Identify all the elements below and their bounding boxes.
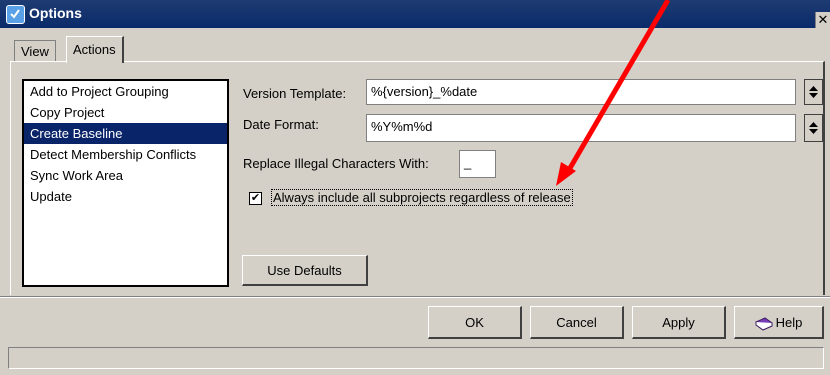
apply-button[interactable]: Apply xyxy=(632,306,726,339)
up-down-spinner-icon[interactable] xyxy=(804,79,823,105)
status-bar xyxy=(8,347,824,369)
divider xyxy=(0,296,830,298)
title-bar: Options ✕ xyxy=(0,0,830,28)
window-title: Options xyxy=(29,5,82,21)
options-check-icon xyxy=(6,5,25,24)
version-template-field[interactable]: %{version}_%date xyxy=(366,79,796,105)
list-item[interactable]: Add to Project Grouping xyxy=(24,81,227,102)
help-button[interactable]: Help xyxy=(734,306,824,339)
list-item[interactable]: Copy Project xyxy=(24,102,227,123)
list-item[interactable]: Update xyxy=(24,186,227,207)
close-button[interactable]: ✕ xyxy=(815,12,830,28)
use-defaults-button[interactable]: Use Defaults xyxy=(242,255,368,286)
list-item-selected[interactable]: Create Baseline xyxy=(24,123,227,144)
list-item[interactable]: Detect Membership Conflicts xyxy=(24,144,227,165)
include-subprojects-checkbox[interactable]: ✔ xyxy=(249,192,262,205)
help-label: Help xyxy=(775,315,803,330)
version-template-label: Version Template: xyxy=(243,86,347,101)
date-format-label: Date Format: xyxy=(243,117,319,132)
date-format-field[interactable]: %Y%m%d xyxy=(366,114,796,142)
tab-actions[interactable]: Actions xyxy=(66,36,124,63)
replace-chars-label: Replace Illegal Characters With: xyxy=(243,156,429,171)
ok-button[interactable]: OK xyxy=(428,306,522,339)
tab-view[interactable]: View xyxy=(14,40,56,62)
include-subprojects-label[interactable]: Always include all subprojects regardles… xyxy=(271,189,573,206)
help-book-icon xyxy=(754,316,773,331)
up-down-spinner-icon[interactable] xyxy=(804,114,823,142)
cancel-button[interactable]: Cancel xyxy=(530,306,624,339)
list-item[interactable]: Sync Work Area xyxy=(24,165,227,186)
replace-chars-field[interactable]: _ xyxy=(459,150,496,178)
actions-list[interactable]: Add to Project Grouping Copy Project Cre… xyxy=(22,79,229,287)
